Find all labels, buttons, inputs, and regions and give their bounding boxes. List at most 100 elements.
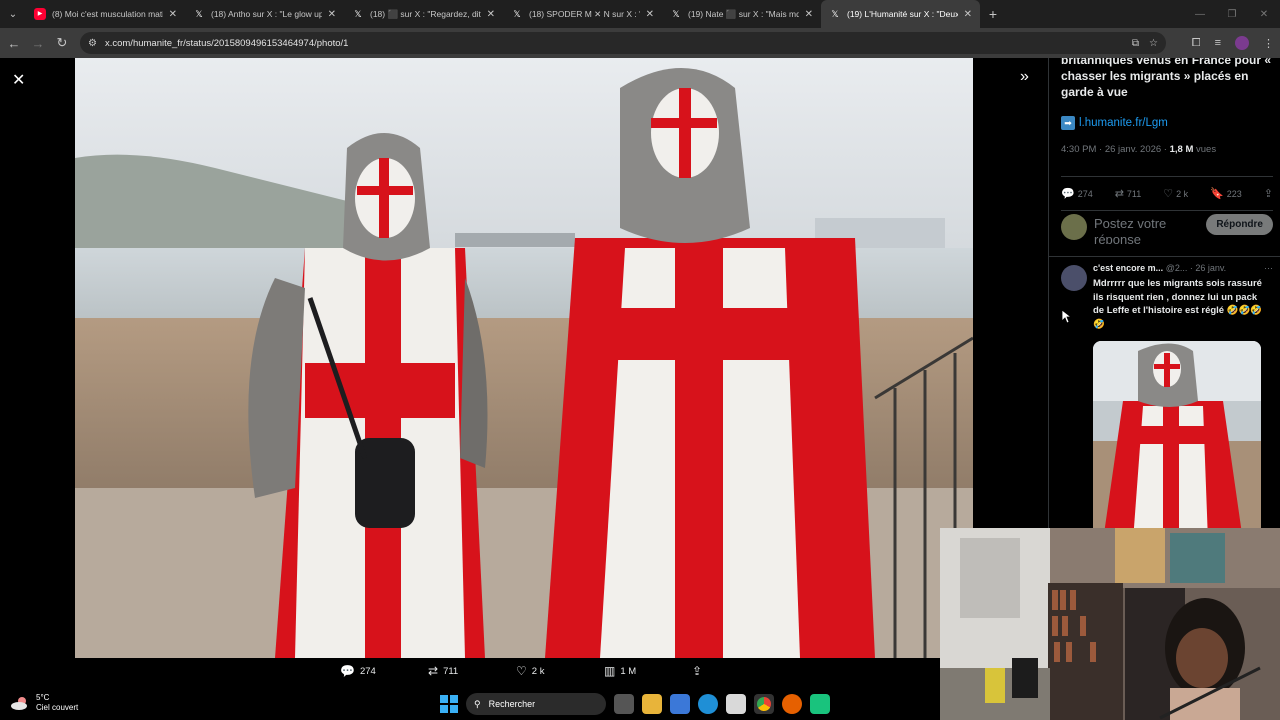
reply-icon: 💬 [1061,188,1075,200]
x-icon: 𝕏 [831,9,839,19]
extensions-icon[interactable]: ⧠ [1192,37,1201,50]
avatar[interactable] [1061,265,1087,291]
collapse-panel-icon[interactable]: » [1020,68,1029,86]
app-icon[interactable] [810,694,830,714]
sidebar-repost-button[interactable]: ⇄ 711 [1115,187,1142,200]
tab-bar: ⌄ ▶ (8) Moi c'est musculation mati ✕ 𝕏 (18)… [0,0,1280,28]
minimize-icon[interactable]: — [1184,0,1216,28]
sidebar-share-button[interactable]: ⇪ [1264,187,1273,200]
tab-search-icon[interactable]: ⌄ [0,0,26,28]
reply-input[interactable]: Postez votre réponse [1094,216,1184,244]
reply-author[interactable]: c'est encore m... [1093,263,1163,273]
right-arrow-icon: ➡ [1061,116,1075,130]
heart-icon: ♡ [1163,188,1174,200]
new-tab-button[interactable]: + [980,0,1006,28]
edge-icon[interactable] [698,694,718,714]
reply-button[interactable]: 💬 274 [340,664,428,678]
search-icon: ⚲ [474,698,481,709]
menu-icon[interactable]: ⋮ [1263,37,1274,50]
tab-close-icon[interactable]: ✕ [646,9,654,20]
tab-close-icon[interactable]: ✕ [487,9,495,20]
tab-2[interactable]: 𝕏 (18) ⬛ sur X : "Regardez, dites ✕ [344,0,503,28]
post-views-count: 1,8 M [1169,144,1194,155]
tab-close-icon[interactable]: ✕ [964,9,972,20]
post-time: 4:30 PM · 26 janv. 2026 · [1061,144,1170,155]
tab-5-active[interactable]: 𝕏 (19) L'Humanité sur X : "Deux r ✕ [821,0,980,28]
sidebar-reply-count: 274 [1077,188,1093,199]
sidebar-reply-button[interactable]: 💬 274 [1061,187,1093,200]
share-button[interactable]: ⇪ [692,664,780,678]
reply-handle: @2... · 26 janv. [1165,263,1227,273]
address-bar: ← → ↻ ⚙ x.com/humanite_fr/status/2015809… [0,28,1280,58]
tab-0[interactable]: ▶ (8) Moi c'est musculation mati ✕ [26,0,185,28]
repost-button[interactable]: ⇄ 711 [428,664,516,678]
reply-composer: Postez votre réponse Répondre [1061,208,1273,260]
avatar [1061,214,1087,240]
photo-illustration [75,58,973,658]
reply-image[interactable] [1093,341,1261,528]
like-button[interactable]: ♡ 2 k [516,664,604,678]
repost-count: 711 [443,665,459,677]
photo-action-bar: 💬 274 ⇄ 711 ♡ 2 k ▥ 1 M ⇪ [340,664,780,678]
tab-3[interactable]: 𝕏 (18) SPODER M ✕ N sur X : "Ah ✕ [503,0,662,28]
x-icon: 𝕏 [672,9,680,19]
url-text: x.com/humanite_fr/status/201580949615346… [104,37,349,49]
reply-image-illustration [1093,341,1261,528]
bookmark-star-icon[interactable]: ☆ [1149,38,1158,49]
firefox-icon[interactable] [782,694,802,714]
sidebar-bookmark-button[interactable]: 🔖 223 [1210,187,1242,200]
reply-submit-button[interactable]: Répondre [1206,214,1273,235]
tab-1[interactable]: 𝕏 (18) Antho sur X : "Le glow up d ✕ [185,0,344,28]
x-icon: 𝕏 [195,9,203,19]
x-icon: 𝕏 [513,9,521,19]
install-app-icon[interactable]: ⧉ [1132,38,1139,49]
media-icon[interactable]: ≡ [1215,37,1221,49]
tab-title: (8) Moi c'est musculation mati [52,9,163,19]
taskbar: 5°C Ciel couvert ⚲ Rechercher [0,690,940,720]
close-icon[interactable]: ✕ [12,70,25,90]
reload-icon[interactable]: ↻ [50,35,74,51]
more-icon[interactable]: ··· [1264,263,1273,273]
link-text: l.humanite.fr/Lgm [1079,117,1168,129]
search-label: Rechercher [488,699,536,709]
tab-close-icon[interactable]: ✕ [169,9,177,20]
post-views-label: vues [1193,144,1217,155]
windows-start-icon[interactable] [440,695,458,713]
file-explorer-icon[interactable] [642,694,662,714]
task-view-icon[interactable] [614,694,634,714]
cloud-icon [10,695,30,711]
post-photo[interactable] [75,58,973,658]
photo-viewer: ✕ » 💬 274 ⇄ 711 ♡ 2 k ▥ 1 M ⇪ [0,58,1048,688]
profile-avatar[interactable] [1235,36,1249,50]
youtube-icon: ▶ [34,8,46,20]
close-window-icon[interactable]: ✕ [1248,0,1280,28]
bookmark-icon: 🔖 [1210,188,1224,200]
ms-store-icon[interactable] [726,694,746,714]
window-controls: — ❐ ✕ [1184,0,1280,28]
webcam-illustration [940,528,1280,720]
chrome-icon[interactable] [754,694,774,714]
views-button[interactable]: ▥ 1 M [604,664,692,678]
maximize-icon[interactable]: ❐ [1216,0,1248,28]
back-icon[interactable]: ← [2,36,26,51]
views-count: 1 M [620,665,637,677]
share-icon: ⇪ [1263,188,1273,200]
post-stats: 💬 274 ⇄ 711 ♡ 2 k 🔖 223 ⇪ [1061,176,1273,211]
tab-close-icon[interactable]: ✕ [805,9,813,20]
divider [1049,256,1280,257]
tab-4[interactable]: 𝕏 (19) Nate ⬛ sur X : "Mais mdr ✕ [662,0,821,28]
tab-close-icon[interactable]: ✕ [328,9,336,20]
tab-title: (18) ⬛ sur X : "Regardez, dites [370,8,481,19]
taskbar-search[interactable]: ⚲ Rechercher [466,693,606,715]
tab-title: (18) SPODER M ✕ N sur X : "Ah [529,8,640,19]
temperature: 5°C [36,693,50,702]
weather-widget[interactable]: 5°C Ciel couvert [10,693,78,713]
reply-header: c'est encore m... @2... · 26 janv. ··· [1093,263,1273,273]
post-link[interactable]: ➡ l.humanite.fr/Lgm [1061,116,1168,130]
sidebar-like-button[interactable]: ♡ 2 k [1163,187,1188,200]
store-icon[interactable] [670,694,690,714]
url-field[interactable]: ⚙ x.com/humanite_fr/status/2015809496153… [80,32,1166,54]
site-info-icon[interactable]: ⚙ [88,38,97,49]
weather-text: 5°C Ciel couvert [36,693,78,713]
forward-icon[interactable]: → [26,36,50,51]
